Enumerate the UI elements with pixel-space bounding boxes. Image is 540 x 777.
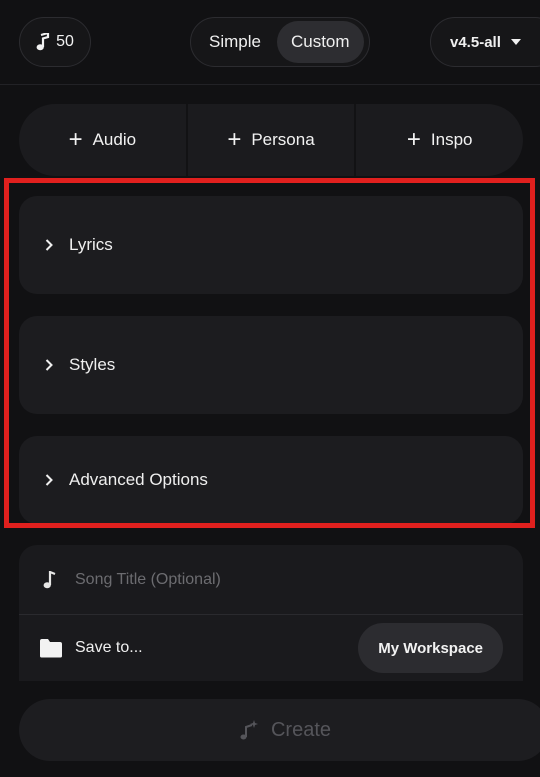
sparkle-music-icon <box>240 720 258 740</box>
plus-icon: + <box>406 126 421 153</box>
mode-simple-button[interactable]: Simple <box>195 21 275 63</box>
create-button[interactable]: Create <box>19 699 540 761</box>
create-label: Create <box>270 718 332 741</box>
mode-custom-button[interactable]: Custom <box>276 21 364 63</box>
plus-icon: + <box>227 126 242 153</box>
add-persona-label: Persona <box>251 130 315 149</box>
credits-count: 50 <box>56 33 74 50</box>
highlight-box <box>4 178 535 528</box>
music-note-icon <box>43 570 56 588</box>
title-card: Save to... My Workspace <box>19 545 523 681</box>
add-inspo-button[interactable]: + Inspo <box>354 104 523 176</box>
music-note-icon <box>36 33 50 51</box>
add-audio-label: Audio <box>92 130 137 149</box>
plus-icon: + <box>68 126 83 153</box>
caret-down-icon <box>510 39 521 45</box>
song-title-input[interactable] <box>73 569 457 590</box>
add-audio-button[interactable]: + Audio <box>19 104 186 176</box>
version-label: v4.5-all <box>450 33 501 51</box>
save-row: Save to... My Workspace <box>19 615 523 681</box>
add-inspo-label: Inspo <box>430 130 473 149</box>
credits-badge[interactable]: 50 <box>19 17 91 67</box>
song-title-row <box>19 545 523 615</box>
folder-icon <box>40 639 62 658</box>
add-bar: + Audio + Persona + Inspo <box>19 104 523 176</box>
version-select[interactable]: v4.5-all <box>430 17 540 67</box>
add-persona-button[interactable]: + Persona <box>185 104 355 176</box>
save-to-label: Save to... <box>75 639 143 656</box>
my-workspace-button[interactable]: My Workspace <box>358 623 503 673</box>
header-divider <box>0 84 540 85</box>
mode-toggle: Simple Custom <box>190 17 370 67</box>
